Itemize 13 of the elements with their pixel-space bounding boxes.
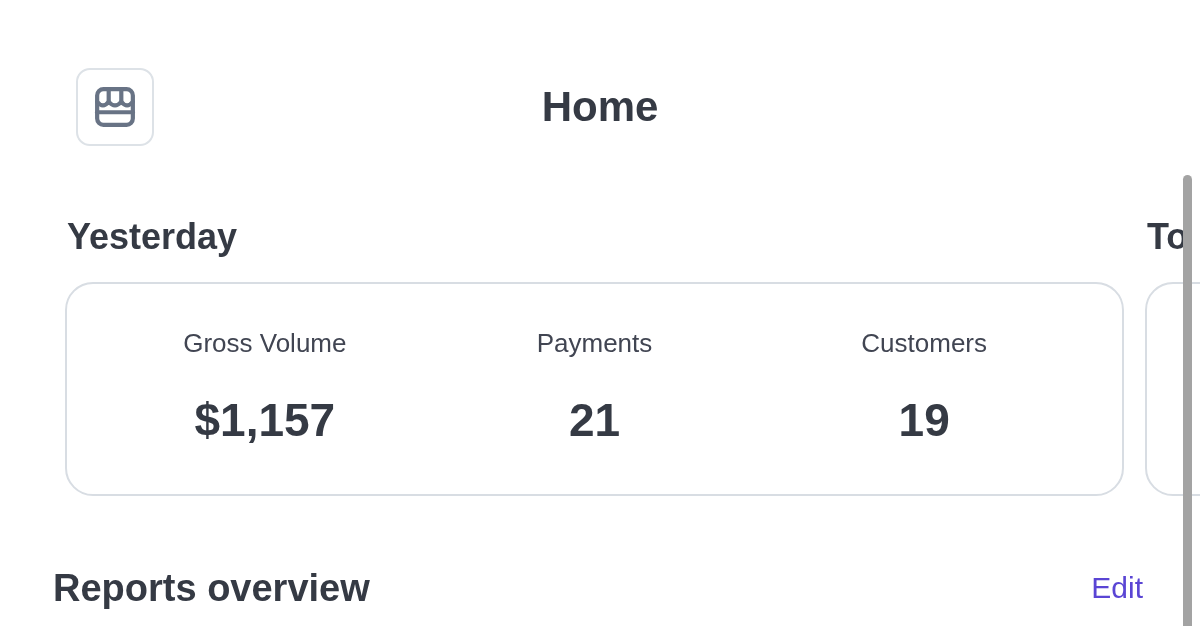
store-button[interactable] (76, 68, 154, 146)
store-icon (94, 86, 136, 128)
metric-value: 19 (898, 393, 950, 448)
metric-label: Customers (861, 328, 987, 358)
section-title: Yesterday (67, 216, 238, 258)
metric-label: Gross Volume (183, 328, 347, 358)
metric-value: 21 (568, 393, 621, 448)
reports-title: Reports overview (53, 566, 370, 610)
edit-link[interactable]: Edit (1091, 570, 1143, 606)
metric-label: Payments (536, 328, 653, 358)
page-title: Home (541, 83, 659, 131)
metric-value: $1,157 (194, 393, 336, 448)
scrollbar[interactable] (1183, 175, 1192, 626)
